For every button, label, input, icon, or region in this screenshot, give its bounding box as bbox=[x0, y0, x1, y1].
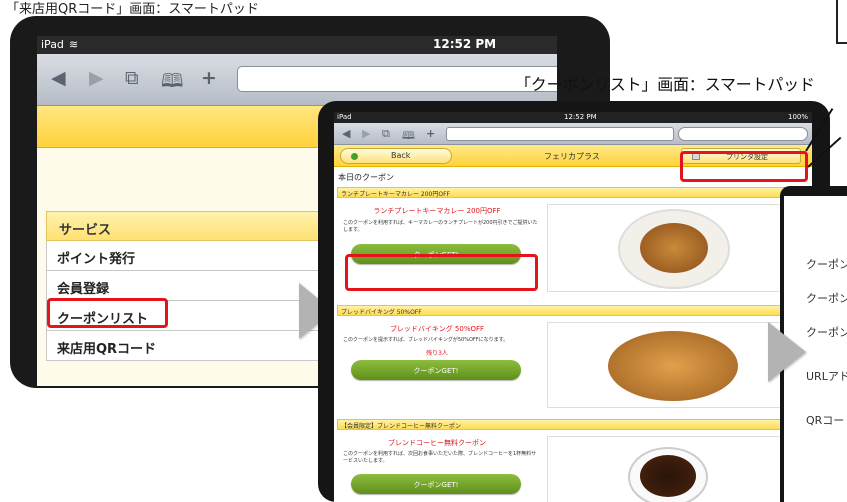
bread-basket-shape bbox=[608, 331, 738, 401]
browser-toolbar: ◀ ▶ ⧉ 🕮 + bbox=[37, 54, 557, 106]
highlight-coupon-get bbox=[345, 254, 538, 291]
forward-arrow-icon[interactable]: ▶ bbox=[362, 127, 370, 140]
stage: 「来店用QRコード」画面：スマートパッド iPad ≋ 12:52 PM ◀ ▶… bbox=[0, 0, 847, 502]
highlight-printer-settings bbox=[680, 151, 808, 182]
tabs-icon[interactable]: ⧉ bbox=[382, 127, 390, 141]
address-bar[interactable] bbox=[446, 127, 674, 141]
coupon-section: 【会員限定】ブレンドコーヒー無料クーポン ブレンドコーヒー無料クーポン このクー… bbox=[337, 419, 807, 502]
curry-photo bbox=[547, 204, 803, 292]
back-arrow-icon[interactable]: ◀ bbox=[51, 67, 66, 89]
coupon-section: ブレッドバイキング 50%OFF ブレッドバイキング 50%OFF このクーポン… bbox=[337, 305, 807, 416]
coupon-title: ランチプレートキーマカレー 200円OFF bbox=[373, 207, 501, 215]
coupon-desc: このクーポンを提示すれば、ブレッドバイキングが50%OFFになります。 bbox=[343, 337, 509, 343]
bread-photo bbox=[547, 322, 803, 408]
coupon-get-button[interactable]: クーポンGET! bbox=[351, 474, 521, 494]
tabs-icon[interactable]: ⧉ bbox=[125, 67, 139, 89]
carrier-label: iPad bbox=[337, 113, 352, 121]
arrow-right-icon bbox=[768, 322, 806, 382]
status-bar: iPad 12:52 PM 100% bbox=[334, 112, 812, 123]
caption-right: 「クーポンリスト」画面：スマートパッド bbox=[515, 75, 815, 94]
search-field[interactable] bbox=[678, 127, 808, 141]
battery-indicator: 100% bbox=[787, 113, 808, 121]
caption-box bbox=[836, 0, 847, 44]
browser-toolbar: ◀ ▶ ⧉ 🕮 + bbox=[334, 123, 812, 145]
add-icon[interactable]: + bbox=[201, 67, 217, 89]
setting-row: URLアド bbox=[806, 370, 847, 383]
coupon-bar: ランチプレートキーマカレー 200円OFF bbox=[337, 187, 807, 198]
coupon-bar: 【会員限定】ブレンドコーヒー無料クーポン bbox=[337, 419, 807, 430]
bookmarks-icon[interactable]: 🕮 bbox=[402, 127, 415, 146]
coupon-desc: このクーポンを利用すれば、キーマカレーのランチプレートが200円引きでご提供いた… bbox=[343, 220, 538, 233]
setting-row: クーポン bbox=[806, 292, 847, 305]
back-dot-icon bbox=[351, 153, 358, 160]
coupon-card: ブレッドバイキング 50%OFF このクーポンを提示すれば、ブレッドバイキングが… bbox=[337, 316, 807, 416]
curry-shape bbox=[640, 223, 708, 273]
coupon-desc: このクーポンを利用すれば、次回お食事いただいた際、ブレンドコーヒーを1杯無料サー… bbox=[343, 451, 537, 464]
address-bar[interactable] bbox=[237, 66, 557, 92]
carrier-label: iPad bbox=[41, 38, 64, 51]
coupon-card: ブレンドコーヒー無料クーポン このクーポンを利用すれば、次回お食事いただいた際、… bbox=[337, 430, 807, 502]
coupon-title: ブレッドバイキング 50%OFF bbox=[389, 325, 485, 333]
coffee-photo bbox=[547, 436, 803, 502]
coupon-bar: ブレッドバイキング 50%OFF bbox=[337, 305, 807, 316]
coupon-title: ブレンドコーヒー無料クーポン bbox=[388, 439, 486, 447]
clock: 12:52 PM bbox=[433, 37, 497, 51]
back-button[interactable]: Back bbox=[340, 148, 452, 164]
clock: 12:52 PM bbox=[564, 113, 597, 121]
app-title: フェリカプラス bbox=[544, 152, 600, 161]
coupon-remaining: 残り3人 bbox=[426, 350, 448, 357]
setting-row: クーポン bbox=[806, 326, 847, 339]
back-arrow-icon[interactable]: ◀ bbox=[342, 127, 350, 140]
coffee-shape bbox=[640, 455, 696, 497]
back-label: Back bbox=[391, 151, 411, 160]
setting-row: クーポン bbox=[806, 258, 847, 271]
setting-row: QRコー bbox=[806, 414, 845, 427]
wifi-icon: ≋ bbox=[69, 38, 79, 51]
forward-arrow-icon[interactable]: ▶ bbox=[89, 67, 104, 89]
coupon-get-button[interactable]: クーポンGET! bbox=[351, 360, 521, 380]
bookmarks-icon[interactable]: 🕮 bbox=[161, 67, 183, 99]
status-bar: iPad ≋ 12:52 PM bbox=[37, 36, 557, 54]
caption-top: 「来店用QRコード」画面：スマートパッド bbox=[6, 2, 259, 17]
add-icon[interactable]: + bbox=[426, 127, 435, 140]
highlight-coupon-list bbox=[47, 298, 168, 328]
